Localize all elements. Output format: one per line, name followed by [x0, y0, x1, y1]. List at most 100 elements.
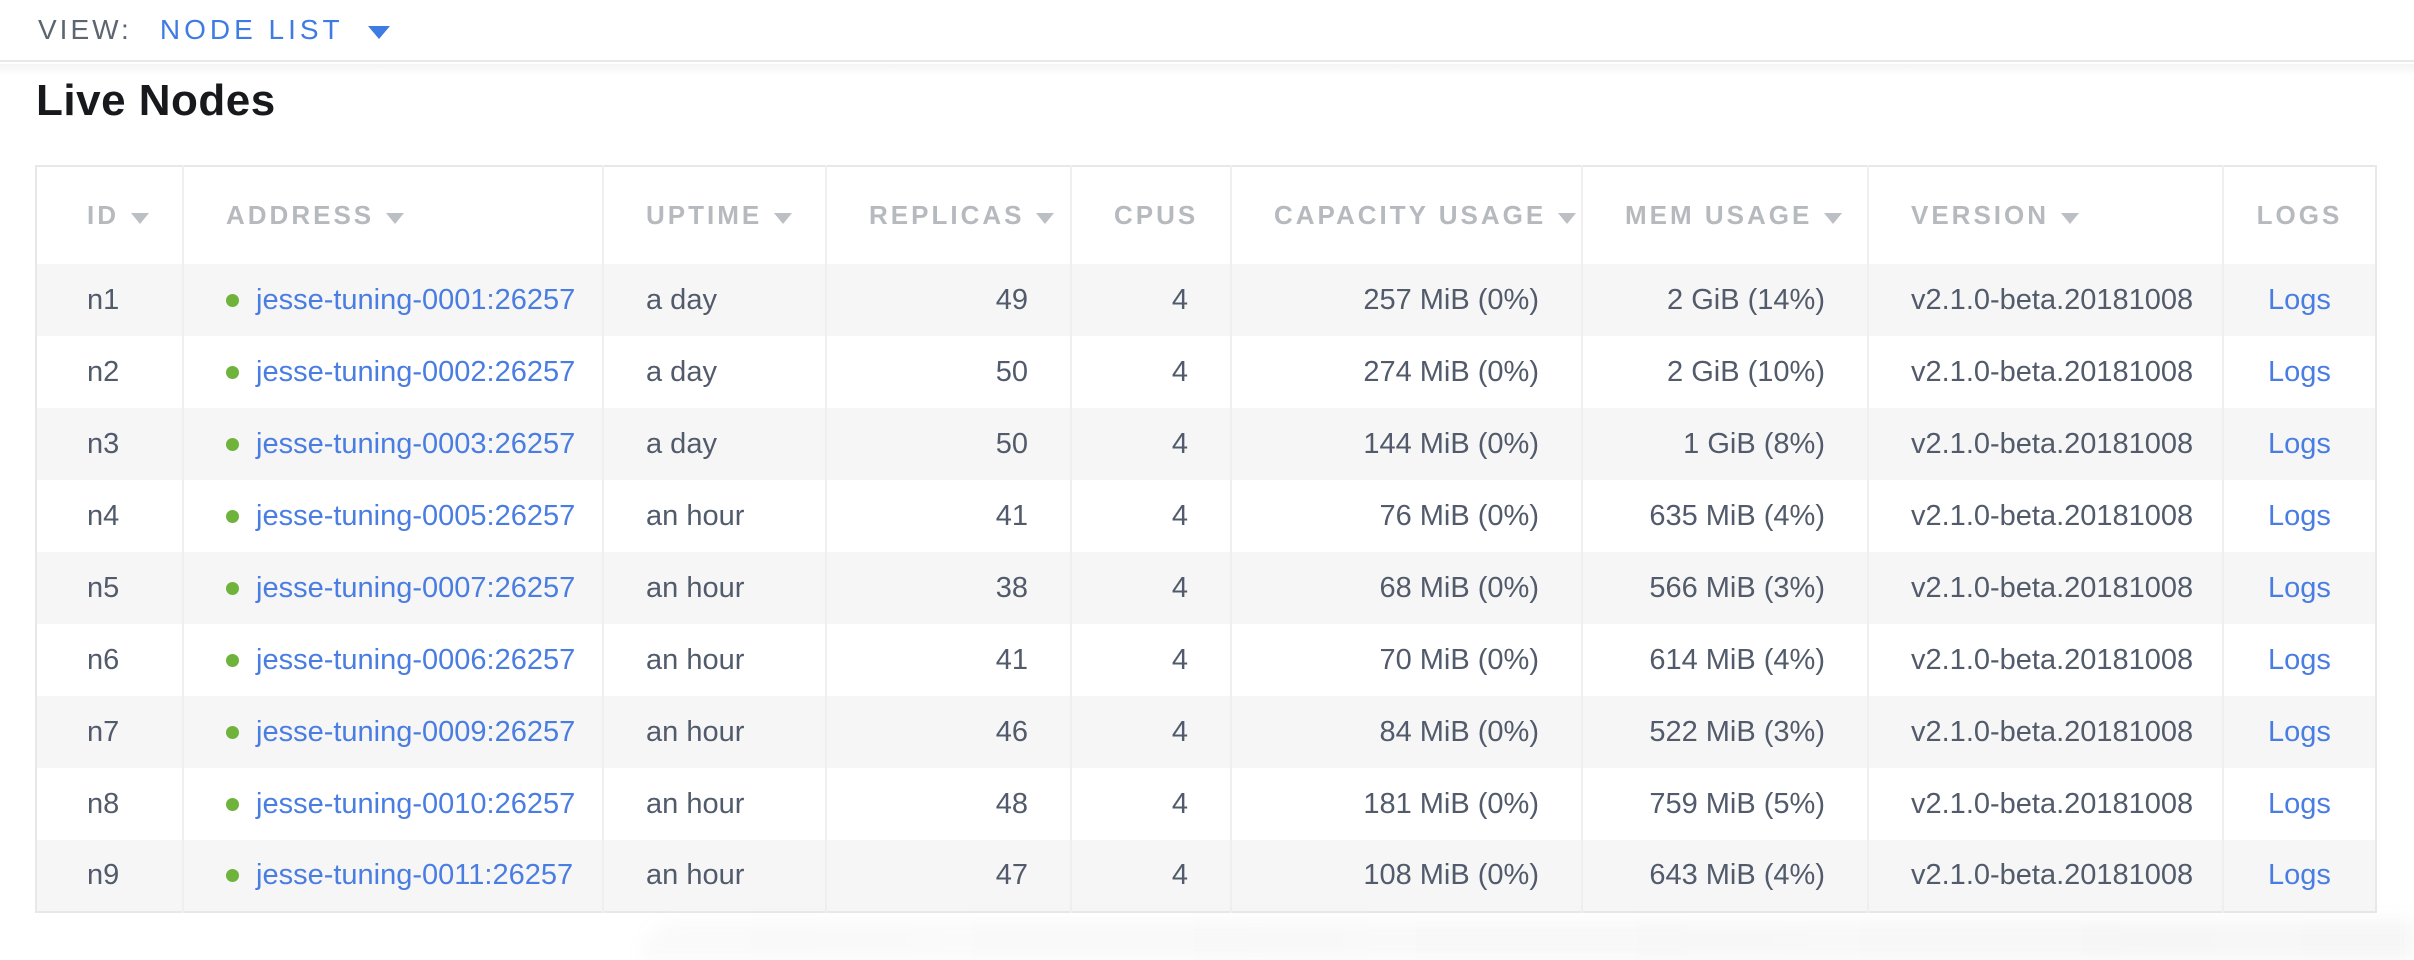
- view-selector-dropdown[interactable]: NODE LIST: [160, 14, 390, 46]
- node-address-cell: jesse-tuning-0010:26257: [183, 768, 603, 840]
- column-header-label: VERSION: [1911, 200, 2049, 230]
- table-row: n4 jesse-tuning-0005:26257 an hour 41 4 …: [36, 480, 2376, 552]
- node-cpus-cell: 4: [1071, 336, 1231, 408]
- logs-link[interactable]: Logs: [2268, 572, 2331, 604]
- table-row: n8 jesse-tuning-0010:26257 an hour 48 4 …: [36, 768, 2376, 840]
- node-address-link[interactable]: jesse-tuning-0010:26257: [256, 788, 575, 820]
- node-id-cell: n4: [36, 480, 183, 552]
- page-title: Live Nodes: [36, 76, 276, 126]
- topbar-shadow: [0, 64, 2414, 76]
- column-header-label: MEM USAGE: [1625, 200, 1812, 230]
- node-logs-cell: Logs: [2223, 552, 2376, 624]
- node-cpus-cell: 4: [1071, 624, 1231, 696]
- logs-link[interactable]: Logs: [2268, 356, 2331, 388]
- node-uptime-cell: a day: [603, 264, 826, 336]
- node-cpus-cell: 4: [1071, 552, 1231, 624]
- node-address-cell: jesse-tuning-0003:26257: [183, 408, 603, 480]
- node-replicas-cell: 49: [826, 264, 1071, 336]
- live-nodes-table: ID ADDRESS UPTIME REPLICAS CPUS CAPACITY…: [35, 165, 2377, 913]
- node-mem-usage-cell: 643 MiB (4%): [1582, 840, 1868, 912]
- logs-link[interactable]: Logs: [2268, 644, 2331, 676]
- node-capacity-usage-cell: 274 MiB (0%): [1231, 336, 1582, 408]
- node-id-cell: n9: [36, 840, 183, 912]
- node-address-link[interactable]: jesse-tuning-0011:26257: [256, 859, 573, 891]
- node-capacity-usage-cell: 144 MiB (0%): [1231, 408, 1582, 480]
- sort-desc-icon: [1036, 213, 1054, 224]
- node-address-link[interactable]: jesse-tuning-0001:26257: [256, 284, 575, 316]
- node-mem-usage-cell: 2 GiB (14%): [1582, 264, 1868, 336]
- sort-desc-icon: [774, 213, 792, 224]
- node-replicas-cell: 41: [826, 480, 1071, 552]
- column-header[interactable]: MEM USAGE: [1582, 166, 1868, 264]
- node-capacity-usage-cell: 70 MiB (0%): [1231, 624, 1582, 696]
- table-row: n3 jesse-tuning-0003:26257 a day 50 4 14…: [36, 408, 2376, 480]
- sort-desc-icon: [131, 213, 149, 224]
- node-address-link[interactable]: jesse-tuning-0002:26257: [256, 356, 575, 388]
- chevron-down-icon: [368, 26, 390, 39]
- node-address-link[interactable]: jesse-tuning-0009:26257: [256, 716, 575, 748]
- node-address-link[interactable]: jesse-tuning-0006:26257: [256, 644, 575, 676]
- node-uptime-cell: an hour: [603, 840, 826, 912]
- logs-link[interactable]: Logs: [2268, 500, 2331, 532]
- table-row: n7 jesse-tuning-0009:26257 an hour 46 4 …: [36, 696, 2376, 768]
- node-replicas-cell: 50: [826, 336, 1071, 408]
- column-header: LOGS: [2223, 166, 2376, 264]
- node-address-link[interactable]: jesse-tuning-0007:26257: [256, 572, 575, 604]
- table-row: n6 jesse-tuning-0006:26257 an hour 41 4 …: [36, 624, 2376, 696]
- logs-link[interactable]: Logs: [2268, 716, 2331, 748]
- node-cpus-cell: 4: [1071, 696, 1231, 768]
- column-header[interactable]: REPLICAS: [826, 166, 1071, 264]
- table-row: n9 jesse-tuning-0011:26257 an hour 47 4 …: [36, 840, 2376, 912]
- node-healthy-status-icon: [226, 294, 239, 307]
- column-header[interactable]: VERSION: [1868, 166, 2223, 264]
- node-capacity-usage-cell: 76 MiB (0%): [1231, 480, 1582, 552]
- node-capacity-usage-cell: 68 MiB (0%): [1231, 552, 1582, 624]
- node-healthy-status-icon: [226, 438, 239, 451]
- node-version-cell: v2.1.0-beta.20181008: [1868, 480, 2223, 552]
- sort-desc-icon: [2061, 213, 2079, 224]
- column-header[interactable]: ID: [36, 166, 183, 264]
- logs-link[interactable]: Logs: [2268, 428, 2331, 460]
- node-address-cell: jesse-tuning-0009:26257: [183, 696, 603, 768]
- node-healthy-status-icon: [226, 510, 239, 523]
- node-uptime-cell: an hour: [603, 768, 826, 840]
- node-healthy-status-icon: [226, 582, 239, 595]
- node-version-cell: v2.1.0-beta.20181008: [1868, 696, 2223, 768]
- sort-desc-icon: [386, 213, 404, 224]
- node-capacity-usage-cell: 108 MiB (0%): [1231, 840, 1582, 912]
- logs-link[interactable]: Logs: [2268, 284, 2331, 316]
- node-mem-usage-cell: 522 MiB (3%): [1582, 696, 1868, 768]
- table-row: n1 jesse-tuning-0001:26257 a day 49 4 25…: [36, 264, 2376, 336]
- node-uptime-cell: an hour: [603, 624, 826, 696]
- node-address-link[interactable]: jesse-tuning-0005:26257: [256, 500, 575, 532]
- view-label: VIEW:: [38, 14, 132, 46]
- node-version-cell: v2.1.0-beta.20181008: [1868, 264, 2223, 336]
- node-logs-cell: Logs: [2223, 336, 2376, 408]
- column-header[interactable]: UPTIME: [603, 166, 826, 264]
- node-mem-usage-cell: 759 MiB (5%): [1582, 768, 1868, 840]
- node-version-cell: v2.1.0-beta.20181008: [1868, 624, 2223, 696]
- column-header[interactable]: CAPACITY USAGE: [1231, 166, 1582, 264]
- node-address-cell: jesse-tuning-0011:26257: [183, 840, 603, 912]
- sort-desc-icon: [1558, 213, 1576, 224]
- node-id-cell: n7: [36, 696, 183, 768]
- node-logs-cell: Logs: [2223, 840, 2376, 912]
- node-replicas-cell: 47: [826, 840, 1071, 912]
- node-address-cell: jesse-tuning-0005:26257: [183, 480, 603, 552]
- node-replicas-cell: 38: [826, 552, 1071, 624]
- node-id-cell: n5: [36, 552, 183, 624]
- node-capacity-usage-cell: 84 MiB (0%): [1231, 696, 1582, 768]
- table-header-row: ID ADDRESS UPTIME REPLICAS CPUS CAPACITY…: [36, 166, 2376, 264]
- logs-link[interactable]: Logs: [2268, 859, 2331, 891]
- node-mem-usage-cell: 1 GiB (8%): [1582, 408, 1868, 480]
- node-address-link[interactable]: jesse-tuning-0003:26257: [256, 428, 575, 460]
- node-logs-cell: Logs: [2223, 264, 2376, 336]
- node-address-cell: jesse-tuning-0002:26257: [183, 336, 603, 408]
- node-healthy-status-icon: [226, 726, 239, 739]
- node-logs-cell: Logs: [2223, 408, 2376, 480]
- view-selected-value: NODE LIST: [160, 14, 344, 46]
- logs-link[interactable]: Logs: [2268, 788, 2331, 820]
- node-replicas-cell: 46: [826, 696, 1071, 768]
- column-header[interactable]: ADDRESS: [183, 166, 603, 264]
- column-header-label: REPLICAS: [869, 200, 1024, 230]
